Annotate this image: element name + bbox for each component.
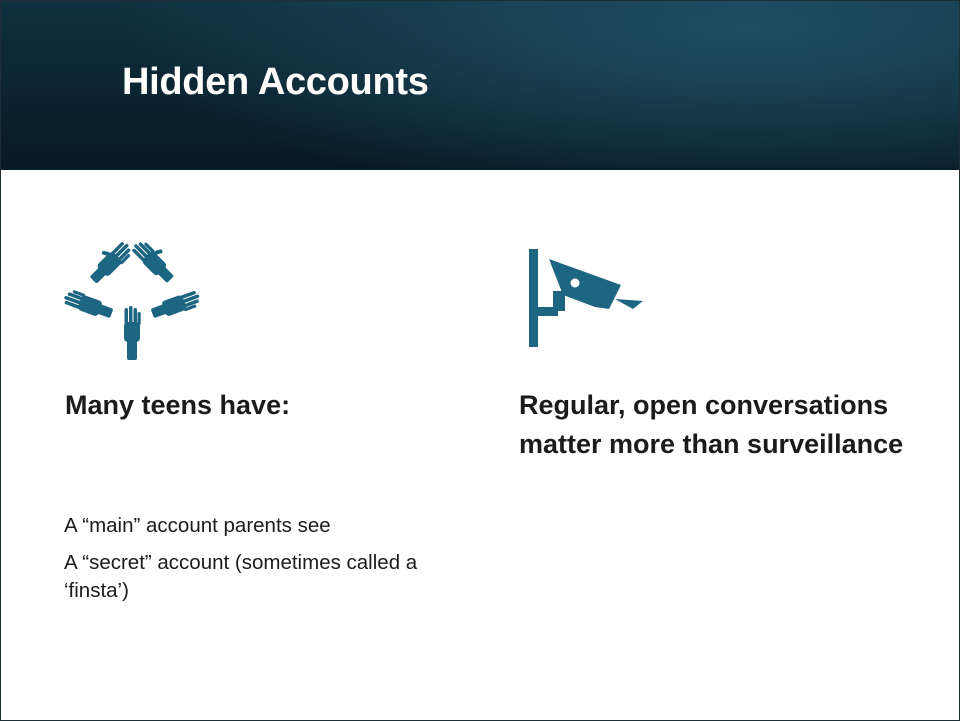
slide-title: Hidden Accounts [122,61,429,103]
hand-left [64,290,113,318]
list-item: A “main” account parents see [64,514,331,537]
banner-divider [1,168,959,170]
left-heading: Many teens have: [65,390,291,420]
security-camera-icon [529,249,643,347]
hand-top-left [90,242,131,283]
list-item: A “secret” account (sometimes called a ‘… [64,551,418,602]
hand-bottom [124,306,141,360]
slide: Hidden Accounts Many teens have: Regular… [0,0,960,721]
account-list: A “main” account parents see A “secret” … [64,512,444,614]
hand-right [151,291,200,318]
right-heading: Regular, open conversations matter more … [519,390,904,459]
title-banner: Hidden Accounts [1,1,959,168]
hands-circle-icon [64,242,200,360]
hand-top-right [132,242,174,283]
